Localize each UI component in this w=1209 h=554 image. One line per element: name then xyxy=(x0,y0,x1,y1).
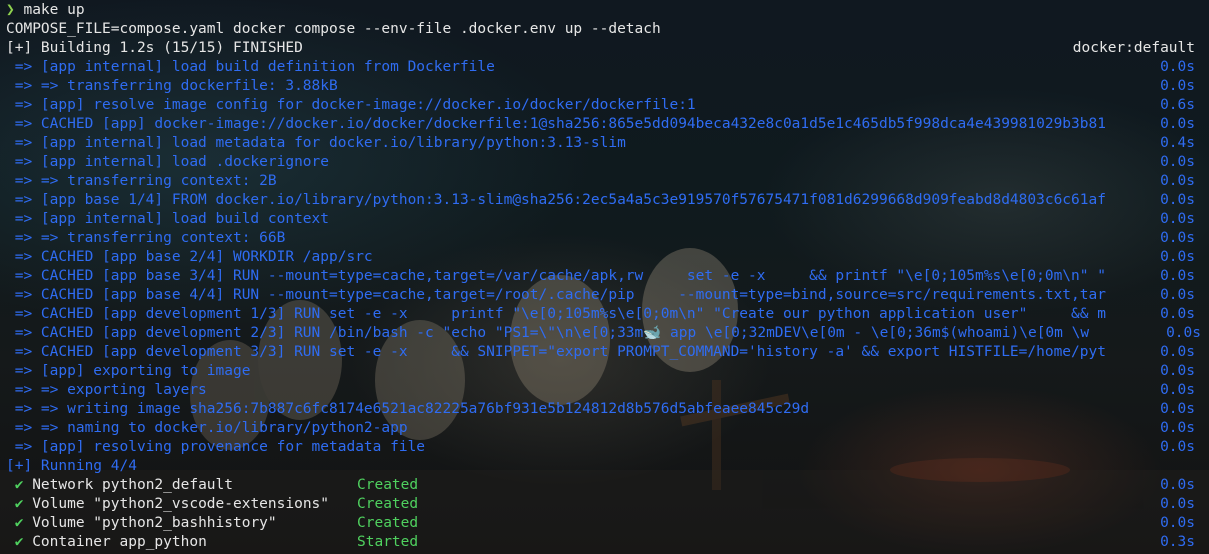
resources-list: ✔ Network python2_default Created 0.0s ✔ V… xyxy=(6,476,1195,552)
build-step-time: 0.0s xyxy=(1160,401,1195,417)
build-step-text: => => transferring context: 2B xyxy=(6,173,277,189)
build-step-line: => [app] exporting to image 0.0s xyxy=(6,362,1195,381)
build-step-text: => [app internal] load build context xyxy=(6,211,330,227)
build-step-time: 0.0s xyxy=(1160,382,1195,398)
resource-name: Container app_python xyxy=(32,534,207,550)
prompt-line: ❯ make up xyxy=(6,1,1195,20)
build-step-line: => [app] resolving provenance for metada… xyxy=(6,438,1195,457)
build-step-line: => CACHED [app development 3/3] RUN set … xyxy=(6,343,1195,362)
build-step-text: => CACHED [app base 4/4] RUN --mount=typ… xyxy=(6,287,1106,303)
build-step-line: => CACHED [app development 1/3] RUN set … xyxy=(6,305,1195,324)
build-step-text: => => exporting layers xyxy=(6,382,207,398)
prompt-arrow-icon: ❯ xyxy=(6,2,15,18)
build-step-time: 0.0s xyxy=(1160,192,1195,208)
build-step-text: => CACHED [app development 1/3] RUN set … xyxy=(6,306,1106,322)
build-step-text: => [app] resolving provenance for metada… xyxy=(6,439,426,455)
build-step-line: => [app internal] load build definition … xyxy=(6,58,1195,77)
build-step-text: => => transferring context: 66B xyxy=(6,230,286,246)
build-step-line: => => exporting layers 0.0s xyxy=(6,381,1195,400)
build-step-line: => => writing image sha256:7b887c6fc8174… xyxy=(6,400,1195,419)
build-step-text: => CACHED [app development 3/3] RUN set … xyxy=(6,344,1106,360)
build-step-text: => [app] resolve image config for docker… xyxy=(6,97,696,113)
build-step-time: 0.0s xyxy=(1160,211,1195,227)
build-steps-list: => [app internal] load build definition … xyxy=(6,58,1201,457)
build-step-line: => => transferring context: 66B 0.0s xyxy=(6,229,1195,248)
resource-status: Created xyxy=(357,477,419,493)
resource-time: 0.0s xyxy=(1160,477,1195,493)
running-header-line: [+] Running 4/4 xyxy=(6,458,137,474)
build-context: docker:default xyxy=(1072,40,1195,56)
build-step-text: => => transferring dockerfile: 3.88kB xyxy=(6,78,338,94)
build-step-text: => CACHED [app] docker-image://docker.io… xyxy=(6,116,1106,132)
build-step-time: 0.0s xyxy=(1160,268,1195,284)
build-header-text: [+] Building 1.2s (15/15) FINISHED xyxy=(6,40,303,56)
build-step-time: 0.0s xyxy=(1160,287,1195,303)
resource-name: Volume "python2_vscode-extensions" xyxy=(32,496,330,512)
build-step-time: 0.0s xyxy=(1160,249,1195,265)
resource-status: Started xyxy=(357,534,419,550)
build-step-line: => CACHED [app base 4/4] RUN --mount=typ… xyxy=(6,286,1195,305)
resource-time: 0.3s xyxy=(1160,534,1195,550)
build-step-text: => => writing image sha256:7b887c6fc8174… xyxy=(6,401,810,417)
build-step-time: 0.0s xyxy=(1166,325,1201,341)
build-step-line: => CACHED [app development 2/3] RUN /bin… xyxy=(6,324,1201,343)
build-step-time: 0.0s xyxy=(1160,154,1195,170)
build-step-text: => CACHED [app base 3/4] RUN --mount=typ… xyxy=(6,268,1106,284)
build-step-line: => [app internal] load .dockerignore 0.0s xyxy=(6,153,1195,172)
resource-time: 0.0s xyxy=(1160,496,1195,512)
terminal-output: ❯ make up COMPOSE_FILE=compose.yaml dock… xyxy=(6,1,1201,552)
build-step-time: 0.0s xyxy=(1160,116,1195,132)
build-step-time: 0.0s xyxy=(1160,78,1195,94)
build-step-line: => CACHED [app base 3/4] RUN --mount=typ… xyxy=(6,267,1195,286)
resource-line: ✔ Container app_python Started 0.3s xyxy=(6,533,1195,552)
build-step-time: 0.4s xyxy=(1160,135,1195,151)
build-step-line: => [app internal] load build context 0.0s xyxy=(6,210,1195,229)
resource-line: ✔ Volume "python2_vscode-extensions" Crea… xyxy=(6,495,1195,514)
build-step-time: 0.0s xyxy=(1160,230,1195,246)
build-header-line: [+] Building 1.2s (15/15) FINISHED docker… xyxy=(6,39,1195,58)
build-step-line: => => transferring dockerfile: 3.88kB 0.0… xyxy=(6,77,1195,96)
build-step-text: => [app internal] load build definition … xyxy=(6,59,495,75)
resource-line: ✔ Network python2_default Created 0.0s xyxy=(6,476,1195,495)
prompt-command: make up xyxy=(23,2,85,18)
build-step-time: 0.0s xyxy=(1160,363,1195,379)
build-step-line: => => naming to docker.io/library/python… xyxy=(6,419,1195,438)
build-step-text: => [app internal] load .dockerignore xyxy=(6,154,330,170)
build-step-line: => [app base 1/4] FROM docker.io/library… xyxy=(6,191,1195,210)
resource-line: ✔ Volume "python2_bashhistory" Created 0.0… xyxy=(6,514,1195,533)
build-step-text: => [app] exporting to image xyxy=(6,363,251,379)
echo-command-line: COMPOSE_FILE=compose.yaml docker compose… xyxy=(6,21,661,37)
build-step-text: => [app base 1/4] FROM docker.io/library… xyxy=(6,192,1106,208)
resource-name: Network python2_default xyxy=(32,477,233,493)
terminal-window[interactable]: ❯ make up COMPOSE_FILE=compose.yaml dock… xyxy=(0,0,1209,554)
build-step-line: => [app internal] load metadata for dock… xyxy=(6,134,1195,153)
build-step-line: => CACHED [app base 2/4] WORKDIR /app/sr… xyxy=(6,248,1195,267)
build-step-time: 0.0s xyxy=(1160,59,1195,75)
resource-status: Created xyxy=(357,496,419,512)
build-step-time: 0.6s xyxy=(1160,97,1195,113)
build-step-text: => => naming to docker.io/library/python… xyxy=(6,420,408,436)
resource-status: Created xyxy=(357,515,419,531)
build-step-time: 0.0s xyxy=(1160,306,1195,322)
build-step-line: => CACHED [app] docker-image://docker.io… xyxy=(6,115,1195,134)
build-step-text: => [app internal] load metadata for dock… xyxy=(6,135,626,151)
build-step-time: 0.0s xyxy=(1160,420,1195,436)
build-step-line: => [app] resolve image config for docker… xyxy=(6,96,1195,115)
build-step-text: => CACHED [app development 2/3] RUN /bin… xyxy=(6,325,1090,341)
build-step-text: => CACHED [app base 2/4] WORKDIR /app/sr… xyxy=(6,249,373,265)
build-step-line: => => transferring context: 2B 0.0s xyxy=(6,172,1195,191)
build-step-time: 0.0s xyxy=(1160,439,1195,455)
build-step-time: 0.0s xyxy=(1160,173,1195,189)
resource-name: Volume "python2_bashhistory" xyxy=(32,515,277,531)
resource-time: 0.0s xyxy=(1160,515,1195,531)
build-step-time: 0.0s xyxy=(1160,344,1195,360)
